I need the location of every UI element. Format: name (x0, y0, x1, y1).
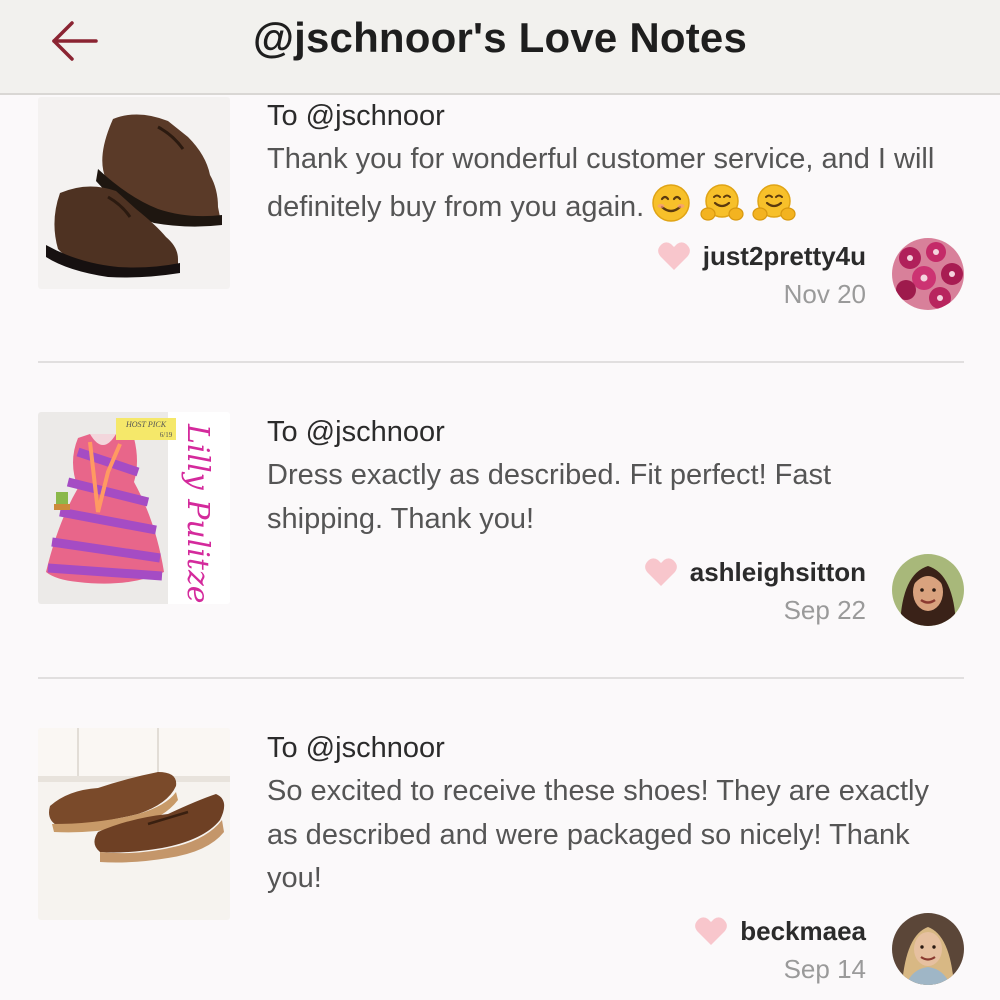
author-avatar[interactable] (892, 238, 964, 310)
avatar-image (892, 913, 964, 985)
note-date: Sep 22 (783, 595, 866, 625)
note-message-text: Thank you for wonderful customer service… (267, 143, 935, 223)
note-author: beckmaea (694, 913, 866, 949)
note-divider (38, 361, 964, 363)
shoes-image (38, 728, 230, 920)
note-message: So excited to receive these shoes! They … (267, 775, 929, 894)
note-date: Nov 20 (783, 279, 866, 309)
heart-icon (644, 558, 677, 586)
avatar-image (892, 554, 964, 626)
host-pick-badge: HOST PICK (125, 420, 167, 429)
hugging-face-icon (700, 183, 744, 221)
header-bar: @jschnoor's Love Notes (0, 0, 1000, 95)
emoji-group (650, 182, 796, 238)
author-username[interactable]: just2pretty4u (703, 241, 866, 272)
note-message: Dress exactly as described. Fit perfect!… (267, 459, 832, 535)
note-author: just2pretty4u (657, 238, 866, 274)
author-username[interactable]: beckmaea (740, 916, 866, 947)
note-recipient: To @jschnoor (267, 100, 445, 132)
note-divider (38, 677, 964, 679)
note-date: Sep 14 (783, 954, 866, 984)
listing-thumbnail[interactable]: HOST PICK 6/19 Lilly Pulitzer (38, 412, 230, 604)
author-avatar[interactable] (892, 913, 964, 985)
brand-signature: Lilly Pulitzer (180, 423, 215, 604)
note-message: Thank you for wonderful customer service… (267, 138, 977, 237)
avatar-image (892, 238, 964, 310)
heart-icon (695, 917, 728, 945)
hugging-face-icon (752, 183, 796, 221)
note-recipient: To @jschnoor (267, 732, 445, 764)
dress-image: HOST PICK 6/19 Lilly Pulitzer (38, 412, 230, 604)
listing-thumbnail[interactable] (38, 97, 230, 289)
host-pick-badge-date: 6/19 (160, 431, 173, 439)
listing-thumbnail[interactable] (38, 728, 230, 920)
heart-icon (657, 242, 690, 270)
page-title: @jschnoor's Love Notes (252, 14, 748, 61)
note-author: ashleighsitton (644, 554, 866, 590)
smiling-face-icon (652, 183, 690, 222)
note-recipient: To @jschnoor (267, 416, 445, 448)
boots-image (38, 97, 230, 289)
author-avatar[interactable] (892, 554, 964, 626)
author-username[interactable]: ashleighsitton (690, 557, 866, 588)
